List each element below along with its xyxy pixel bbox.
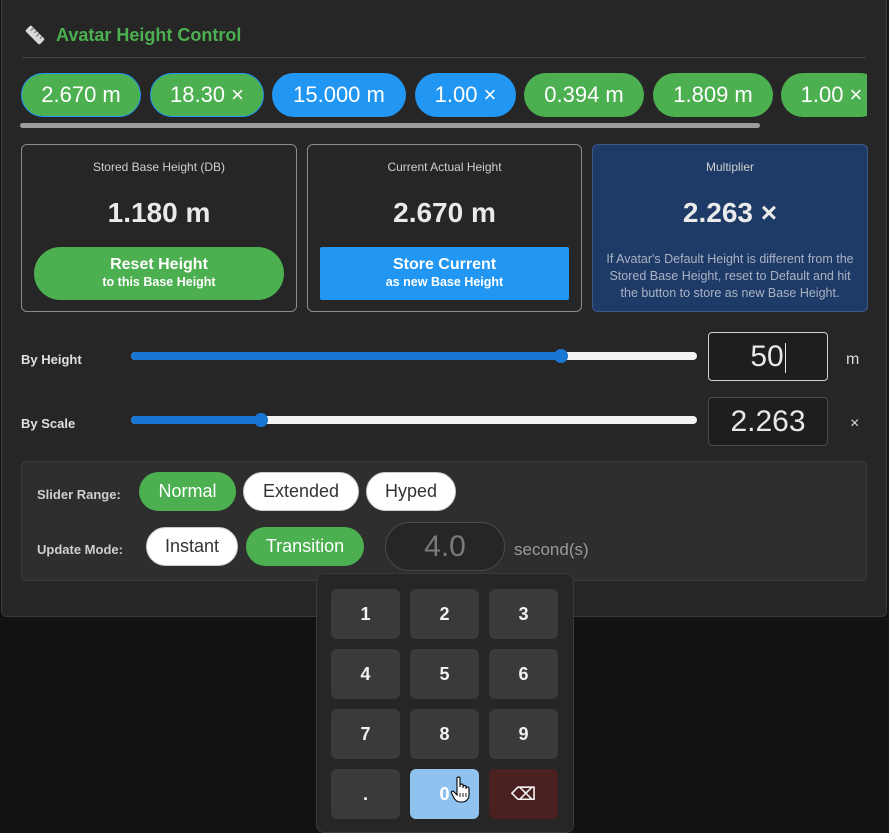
slider-range-normal[interactable]: Normal	[139, 472, 236, 511]
preset-chip-bar: 2.670 m 18.30 × 15.000 m 1.00 × 0.394 m …	[20, 72, 867, 122]
key-2[interactable]: 2	[410, 589, 479, 639]
reset-height-button-label: Reset Height	[110, 256, 208, 273]
store-current-button-label: Store Current	[392, 256, 497, 273]
by-scale-label: By Scale	[21, 416, 76, 431]
stored-height-value: 1.180 m	[107, 197, 211, 228]
store-current-button[interactable]: Store Current as new Base Height	[320, 247, 569, 300]
reset-height-button[interactable]: Reset Height to this Base Height	[34, 247, 284, 300]
preset-chip[interactable]: 2.670 m	[21, 73, 141, 117]
slider-range-extended[interactable]: Extended	[243, 472, 359, 511]
key-7[interactable]: 7	[331, 709, 400, 759]
update-mode-transition[interactable]: Transition	[246, 527, 364, 566]
duration-unit: second(s)	[514, 540, 589, 559]
store-current-button-sublabel: as new Base Height	[385, 275, 504, 289]
height-input[interactable]: 50	[708, 332, 828, 381]
text-caret	[784, 343, 786, 374]
preset-chip[interactable]: 1.809 m	[653, 73, 773, 117]
preset-chip[interactable]: 1.00 ×	[781, 73, 867, 117]
preset-chip[interactable]: 18.30 ×	[150, 73, 264, 117]
by-height-label: By Height	[21, 352, 82, 367]
height-unit: m	[846, 351, 860, 368]
key-6[interactable]: 6	[489, 649, 558, 699]
height-slider[interactable]	[131, 349, 697, 363]
preset-chip[interactable]: 0.394 m	[524, 73, 644, 117]
preset-chip[interactable]: 15.000 m	[272, 73, 406, 117]
key-1[interactable]: 1	[331, 589, 400, 639]
preset-chip[interactable]: 1.00 ×	[415, 73, 516, 117]
reset-height-button-sublabel: to this Base Height	[102, 275, 216, 289]
panel-title: Avatar Height Control	[56, 24, 242, 45]
scale-slider-fill	[131, 416, 262, 424]
stored-height-card: Stored Base Height (DB) 1.180 m Reset He…	[21, 144, 297, 312]
slider-range-hyped[interactable]: Hyped	[366, 472, 456, 511]
key-4[interactable]: 4	[331, 649, 400, 699]
header-divider	[22, 57, 866, 58]
height-slider-fill	[131, 352, 562, 360]
scale-slider[interactable]	[131, 413, 697, 427]
options-box: Slider Range: Normal Extended Hyped Upda…	[21, 461, 867, 581]
key-5[interactable]: 5	[410, 649, 479, 699]
numeric-keypad: 1 2 3 4 5 6 7 8 9 . 0 ⌫	[316, 573, 574, 833]
backspace-key[interactable]: ⌫	[489, 769, 558, 819]
multiplier-value: 2.263 ×	[682, 197, 778, 228]
update-mode-instant[interactable]: Instant	[146, 527, 238, 566]
multiplier-label: Multiplier	[705, 160, 754, 174]
scale-input[interactable]: 2.263	[708, 397, 828, 446]
transition-duration-input[interactable]: 4.0	[385, 522, 505, 571]
multiplier-note: If Avatar's Default Height is different …	[606, 252, 854, 300]
key-3[interactable]: 3	[489, 589, 558, 639]
preset-scrollbar[interactable]	[20, 123, 760, 128]
key-decimal[interactable]: .	[331, 769, 400, 819]
ruler-icon	[24, 24, 46, 46]
current-height-card: Current Actual Height 2.670 m Store Curr…	[307, 144, 582, 312]
key-8[interactable]: 8	[410, 709, 479, 759]
stored-height-label: Stored Base Height (DB)	[92, 160, 226, 174]
key-9[interactable]: 9	[489, 709, 558, 759]
scale-unit: ×	[850, 415, 860, 432]
hand-cursor-icon	[450, 776, 472, 804]
slider-range-label: Slider Range:	[37, 487, 121, 502]
current-height-value: 2.670 m	[393, 197, 496, 228]
multiplier-card: Multiplier 2.263 × If Avatar's Default H…	[592, 144, 868, 312]
update-mode-label: Update Mode:	[37, 542, 123, 557]
current-height-label: Current Actual Height	[387, 160, 502, 174]
panel-header: Avatar Height Control	[24, 24, 241, 46]
height-input-value: 50	[750, 340, 784, 373]
